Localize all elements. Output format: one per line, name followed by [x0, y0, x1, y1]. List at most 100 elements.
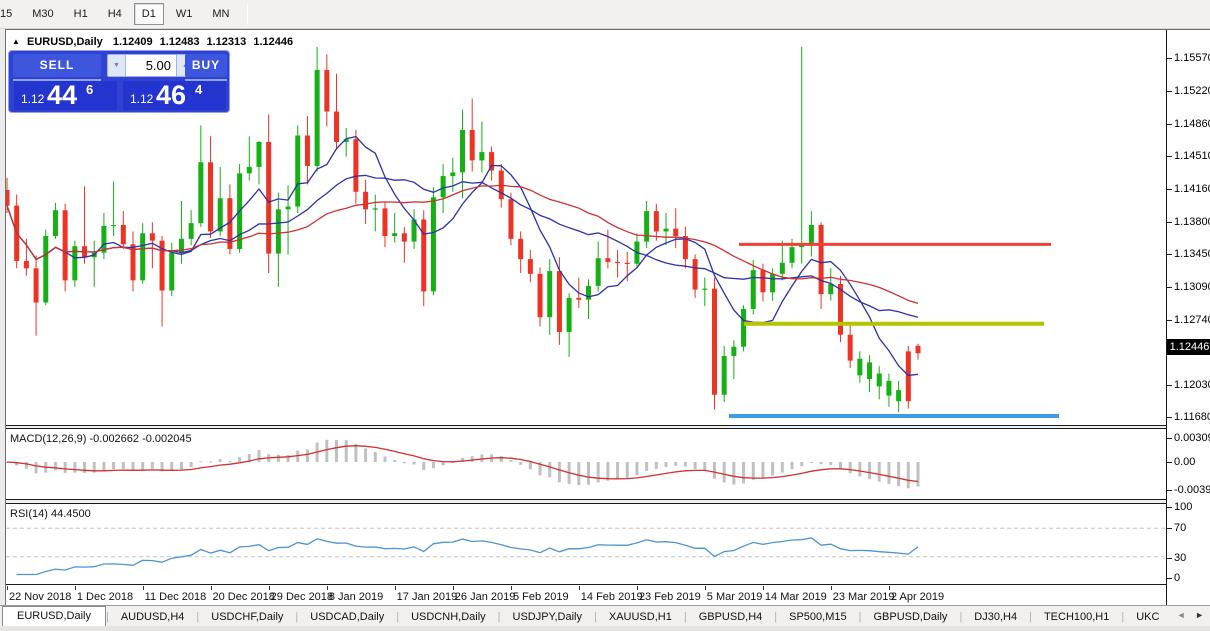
chart-tab-eurusd-daily[interactable]: EURUSD,Daily	[2, 606, 106, 626]
axis-tick	[1167, 287, 1172, 288]
date-tick	[579, 586, 580, 590]
chart-tab-gbpusd-daily[interactable]: GBPUSD,Daily	[861, 608, 959, 626]
price-axis-label: 1.14860	[1174, 118, 1210, 130]
date-tick	[327, 586, 328, 590]
axis-tick	[1167, 91, 1172, 92]
timeframe-button-h1[interactable]: H1	[66, 3, 96, 25]
buy-price-prefix: 1.12	[130, 92, 153, 106]
axis-tick	[1167, 385, 1172, 386]
chart-tab-usdjpy-daily[interactable]: USDJPY,Daily	[501, 608, 595, 626]
price-axis: 1.155701.152201.148601.145101.141601.138…	[1166, 30, 1210, 605]
current-price-tag: 1.12446	[1167, 339, 1210, 355]
sell-price-big: 44	[47, 80, 77, 111]
date-tick	[143, 586, 144, 590]
rsi-label: RSI(14) 44.4500	[10, 508, 91, 520]
timeframe-button-w1[interactable]: W1	[168, 3, 201, 25]
sell-price-prefix: 1.12	[21, 92, 44, 106]
timeframe-button-d1[interactable]: D1	[134, 3, 164, 25]
date-tick	[269, 586, 270, 590]
chart-tab-gbpusd-h4[interactable]: GBPUSD,H4	[687, 608, 775, 626]
rsi-axis-label: 100	[1174, 501, 1192, 513]
price-axis-label: 1.14160	[1174, 183, 1210, 195]
timeframe-button-m30[interactable]: M30	[24, 3, 61, 25]
chart-tab-tech100-h1[interactable]: TECH100,H1	[1032, 608, 1121, 626]
rsi-chart[interactable]	[6, 504, 1166, 585]
axis-tick	[1167, 438, 1172, 439]
chart-open-value: 1.12409	[113, 36, 153, 48]
collapse-trade-panel-icon[interactable]: ▲	[12, 37, 20, 46]
price-axis-label: 1.13450	[1174, 248, 1210, 260]
date-tick	[7, 586, 8, 590]
sell-price-display[interactable]: 1.12 44 6	[14, 81, 117, 110]
chart-tab-audusd-h4[interactable]: AUDUSD,H4	[109, 608, 197, 626]
timeframe-toolbar: 15M30H1H4D1W1MN	[0, 0, 1210, 29]
axis-tick	[1167, 58, 1172, 59]
axis-tick	[1167, 558, 1172, 559]
date-tick	[889, 586, 890, 590]
timeframe-button-mn[interactable]: MN	[204, 3, 237, 25]
axis-tick	[1167, 578, 1172, 579]
date-label: 14 Mar 2019	[765, 591, 827, 603]
date-tick	[831, 586, 832, 590]
axis-tick	[1167, 462, 1172, 463]
date-tick	[705, 586, 706, 590]
buy-button[interactable]: BUY	[185, 54, 227, 77]
date-label: 5 Mar 2019	[707, 591, 763, 603]
date-label: 20 Dec 2018	[213, 591, 275, 603]
axis-tick	[1167, 507, 1172, 508]
price-axis-label: 1.15570	[1174, 52, 1210, 64]
macd-panel[interactable]: MACD(12,26,9) -0.002662 -0.002045	[6, 429, 1166, 499]
chart-tab-usdcad-daily[interactable]: USDCAD,Daily	[298, 608, 396, 626]
volume-input[interactable]: 5.00	[126, 54, 176, 77]
window-bottom-edge	[0, 626, 1210, 631]
date-label: 11 Dec 2018	[145, 591, 207, 603]
chart-tab-ukc[interactable]: UKC	[1124, 608, 1171, 626]
price-axis-label: 1.13090	[1174, 281, 1210, 293]
chart-tab-usdchf-daily[interactable]: USDCHF,Daily	[199, 608, 295, 626]
axis-tick	[1167, 320, 1172, 321]
timeframe-button-h4[interactable]: H4	[100, 3, 130, 25]
date-tick	[763, 586, 764, 590]
rsi-panel[interactable]: RSI(14) 44.4500	[6, 504, 1166, 585]
timeframe-button-15[interactable]: 15	[0, 3, 20, 25]
buy-price-big: 46	[156, 80, 186, 111]
axis-tick	[1167, 490, 1172, 491]
one-click-trading-panel: SELL ▼ 5.00 ▲ BUY 1.12 44 6 1.12 46 4	[8, 50, 230, 113]
axis-tick	[1167, 222, 1172, 223]
tabs-scroll-left-icon[interactable]: ◄	[1177, 610, 1186, 620]
chart-high-value: 1.12483	[160, 36, 200, 48]
date-label: 8 Jan 2019	[329, 591, 383, 603]
date-label: 23 Feb 2019	[639, 591, 701, 603]
macd-axis-label: 0.003095	[1174, 432, 1210, 444]
date-label: 17 Jan 2019	[397, 591, 458, 603]
date-label: 1 Dec 2018	[77, 591, 133, 603]
chart-tab-xauusd-h1[interactable]: XAUUSD,H1	[597, 608, 684, 626]
axis-tick	[1167, 189, 1172, 190]
trading-app-window: 15M30H1H4D1W1MN ▲ EURUSD,Daily 1.12409 1…	[0, 0, 1210, 631]
chart-tab-sp500-m15[interactable]: SP500,M15	[777, 608, 858, 626]
tabs-scroll-right-icon[interactable]: ►	[1195, 610, 1204, 620]
macd-label: MACD(12,26,9) -0.002662 -0.002045	[10, 433, 192, 445]
date-tick	[75, 586, 76, 590]
macd-axis-label: -0.003947	[1174, 484, 1210, 496]
date-tick	[637, 586, 638, 590]
chart-tab-usdcnh-daily[interactable]: USDCNH,Daily	[399, 608, 498, 626]
price-axis-label: 1.12030	[1174, 379, 1210, 391]
chart-tab-dj30-h4[interactable]: DJ30,H4	[962, 608, 1029, 626]
date-tick	[395, 586, 396, 590]
rsi-axis-label: 0	[1174, 572, 1180, 584]
buy-price-display[interactable]: 1.12 46 4	[123, 81, 226, 110]
rsi-axis-label: 70	[1174, 522, 1186, 534]
date-tick	[511, 586, 512, 590]
chart-symbol-label: EURUSD,Daily	[27, 36, 103, 48]
axis-tick	[1167, 124, 1172, 125]
volume-decrease-button[interactable]: ▼	[107, 54, 126, 77]
date-label: 29 Dec 2018	[271, 591, 333, 603]
price-axis-label: 1.15220	[1174, 85, 1210, 97]
axis-tick	[1167, 417, 1172, 418]
chart-title: ▲ EURUSD,Daily 1.12409 1.12483 1.12313 1…	[12, 36, 293, 48]
toolbar-separator	[247, 3, 248, 25]
rsi-axis-label: 30	[1174, 552, 1186, 564]
sell-button[interactable]: SELL	[13, 54, 101, 77]
chart-window: ▲ EURUSD,Daily 1.12409 1.12483 1.12313 1…	[5, 29, 1210, 605]
